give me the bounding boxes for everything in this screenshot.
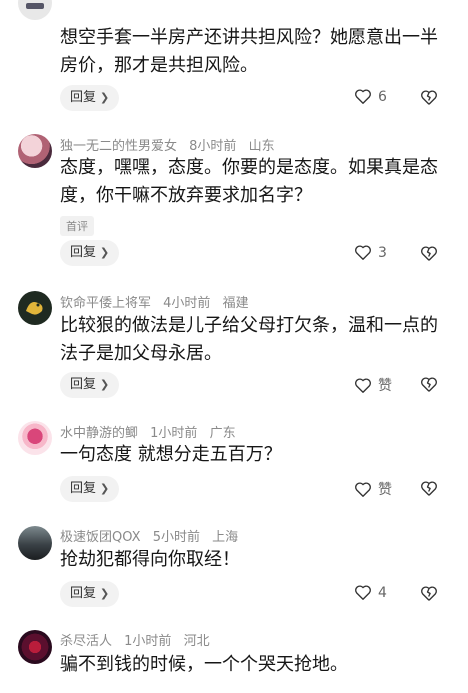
comment-text: 态度，嘿嘿，态度。你要的是态度。如果真是态度，你干嘛不放弃要求加名字？ (60, 157, 438, 206)
timestamp: 4小时前 (163, 296, 211, 311)
like-button[interactable]: 4 (354, 584, 387, 601)
heart-icon (355, 377, 371, 393)
comment-text: 抢劫犯都得向你取经！ (60, 549, 240, 570)
like-count: 4 (378, 584, 387, 601)
heart-icon (355, 245, 371, 260)
broken-heart-icon (421, 246, 437, 261)
comment-item: 独一无二的性男爱女 8小时前 山东 态度，嘿嘿，态度。你要的是态度。如果真是态度… (0, 118, 468, 283)
reply-label: 回复 (70, 245, 97, 260)
comment-meta: 极速饭团QOX 5小时前 上海 (60, 526, 238, 545)
comment-text: 骗不到钱的时候，一个个哭天抢地。 (60, 654, 348, 675)
timestamp: 1小时前 (150, 426, 198, 441)
comment-meta: 独一无二的性男爱女 8小时前 山东 (60, 135, 275, 154)
comment-item: 杀尽活人 1小时前 河北 骗不到钱的时候，一个个哭天抢地。 (0, 615, 468, 693)
avatar[interactable] (18, 291, 52, 325)
comment-meta: 杀尽活人 1小时前 河北 (60, 630, 210, 649)
location: 河北 (183, 634, 210, 649)
reply-button[interactable]: 回复 ❯ (60, 476, 120, 502)
like-button[interactable]: 赞 (354, 479, 392, 499)
heart-icon (355, 481, 371, 497)
location: 山东 (248, 139, 275, 154)
first-comment-badge: 首评 (60, 216, 94, 236)
username[interactable]: 独一无二的性男爱女 (60, 139, 177, 154)
comment-item: 钦命平倭上将军 4小时前 福建 比较狠的做法是儿子给父母打欠条，温和一点的法子是… (0, 283, 468, 400)
broken-heart-icon (421, 586, 437, 601)
reply-label: 回复 (70, 377, 97, 392)
location: 上海 (212, 530, 239, 545)
reply-button[interactable]: 回复 ❯ (60, 372, 120, 398)
reply-label: 回复 (70, 90, 97, 105)
broken-heart-icon (421, 377, 437, 392)
reply-button[interactable]: 回复 ❯ (60, 581, 120, 607)
comment-meta: 水中静游的鲫 1小时前 广东 (60, 422, 236, 441)
chevron-right-icon: ❯ (100, 246, 110, 259)
chevron-right-icon: ❯ (100, 91, 110, 104)
like-button[interactable]: 3 (354, 244, 387, 261)
dislike-button[interactable] (420, 376, 438, 393)
reply-label: 回复 (70, 481, 97, 496)
timestamp: 8小时前 (189, 139, 237, 154)
comment-item: 极速饭团QOX 5小时前 上海 抢劫犯都得向你取经！ 回复 ❯ 4 (0, 505, 468, 615)
comment-text: 一句态度 就想分走五百万？ (60, 444, 282, 465)
dislike-button[interactable] (420, 480, 438, 497)
reply-label: 回复 (70, 586, 97, 601)
reply-button[interactable]: 回复 ❯ (60, 240, 120, 266)
broken-heart-icon (421, 481, 437, 496)
chevron-right-icon: ❯ (100, 587, 110, 600)
comment-text: 比较狠的做法是儿子给父母打欠条，温和一点的法子是加父母永居。 (60, 315, 438, 364)
comment-item: 水中静游的鲫 1小时前 广东 一句态度 就想分走五百万？ 回复 ❯ 赞 (0, 400, 468, 505)
like-count: 赞 (378, 482, 392, 498)
username[interactable]: 杀尽活人 (60, 634, 112, 649)
like-count: 3 (378, 244, 387, 261)
username[interactable]: 极速饭团QOX (60, 530, 141, 545)
chevron-right-icon: ❯ (100, 378, 110, 391)
reply-button[interactable]: 回复 ❯ (60, 85, 120, 111)
like-button[interactable]: 赞 (354, 375, 392, 395)
dislike-button[interactable] (420, 585, 438, 602)
heart-icon (355, 89, 371, 104)
timestamp: 1小时前 (124, 634, 172, 649)
avatar[interactable] (18, 630, 52, 664)
username[interactable]: 钦命平倭上将军 (60, 296, 151, 311)
dislike-button[interactable] (420, 89, 438, 106)
like-button[interactable]: 6 (354, 88, 387, 105)
location: 广东 (209, 426, 236, 441)
avatar[interactable] (18, 421, 52, 455)
comment-meta: 钦命平倭上将军 4小时前 福建 (60, 292, 249, 311)
avatar[interactable] (18, 526, 52, 560)
chevron-right-icon: ❯ (100, 482, 110, 495)
timestamp: 5小时前 (152, 530, 200, 545)
comment-text: 想空手套一半房产还讲共担风险？她愿意出一半房价，那才是共担风险。 (60, 27, 438, 76)
heart-icon (355, 585, 371, 600)
like-count: 6 (378, 88, 387, 105)
broken-heart-icon (421, 90, 437, 105)
location: 福建 (222, 296, 249, 311)
comment-item: 想空手套一半房产还讲共担风险？她愿意出一半房价，那才是共担风险。 回复 ❯ 6 (0, 0, 468, 118)
username[interactable]: 水中静游的鲫 (60, 426, 138, 441)
avatar[interactable] (18, 0, 52, 20)
like-count: 赞 (378, 378, 392, 394)
dislike-button[interactable] (420, 245, 438, 262)
avatar[interactable] (18, 134, 52, 168)
